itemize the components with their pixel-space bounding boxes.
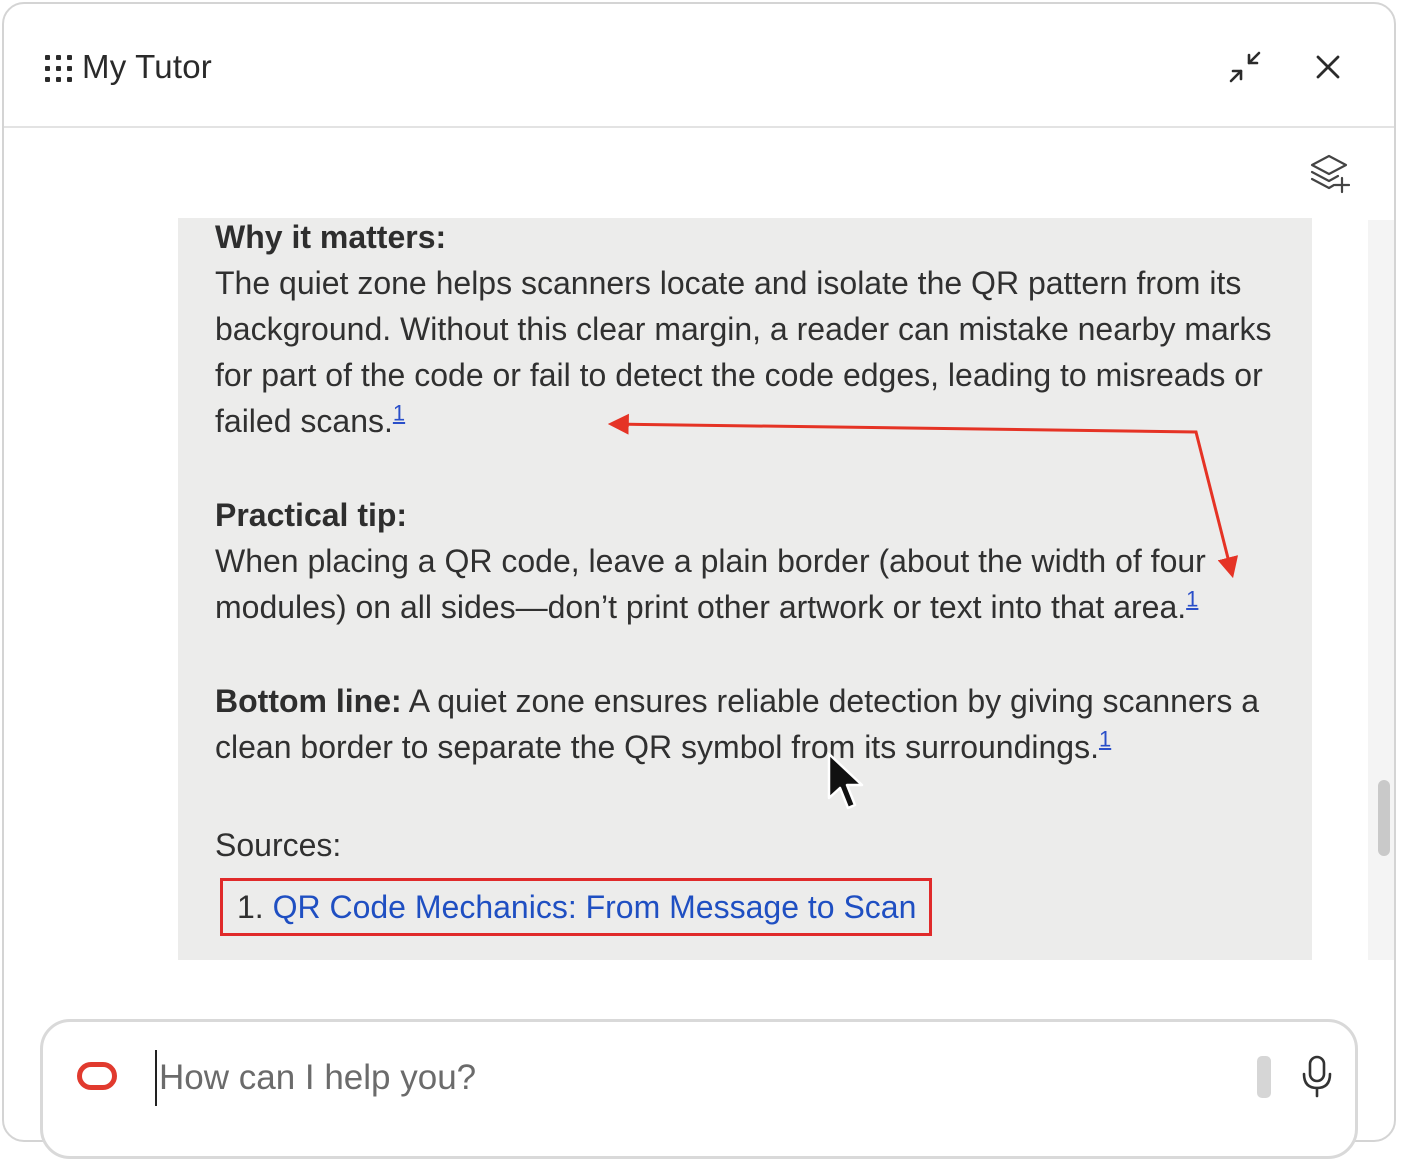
tip-text: When placing a QR code, leave a plain bo… <box>215 543 1206 625</box>
composer <box>40 1019 1358 1159</box>
bottom-heading: Bottom line: <box>215 683 402 719</box>
citation-link[interactable]: 1 <box>1186 586 1198 611</box>
practical-tip-paragraph: Practical tip: When placing a QR code, l… <box>215 492 1280 630</box>
prompt-input[interactable] <box>155 1050 1241 1106</box>
tip-heading: Practical tip: <box>215 497 408 533</box>
why-heading: Why it matters: <box>215 219 447 255</box>
apps-grid-icon[interactable] <box>45 55 75 85</box>
citation-link[interactable]: 1 <box>1099 726 1111 751</box>
minimize-button[interactable] <box>1223 45 1267 89</box>
why-it-matters-paragraph: Why it matters: The quiet zone helps sca… <box>215 218 1280 444</box>
why-text: The quiet zone helps scanners locate and… <box>215 265 1272 439</box>
bottom-line-paragraph: Bottom line: A quiet zone ensures reliab… <box>215 678 1280 770</box>
minimize-icon <box>1229 51 1261 83</box>
brand-logo <box>77 1062 117 1090</box>
sources-label: Sources: <box>215 827 342 863</box>
source-number: 1. <box>237 889 264 925</box>
header-bar: My Tutor <box>4 4 1394 128</box>
layers-add-icon[interactable] <box>1308 152 1350 196</box>
source-list-item: 1. QR Code Mechanics: From Message to Sc… <box>220 878 932 936</box>
window-title: My Tutor <box>82 48 212 85</box>
assistant-message: Why it matters: The quiet zone helps sca… <box>178 218 1312 960</box>
citation-link[interactable]: 1 <box>393 400 405 425</box>
microphone-icon[interactable] <box>1299 1054 1335 1100</box>
close-icon <box>1316 55 1340 79</box>
source-link[interactable]: QR Code Mechanics: From Message to Scan <box>273 889 917 925</box>
close-button[interactable] <box>1306 45 1350 89</box>
scrollbar-thumb[interactable] <box>1378 780 1390 856</box>
input-grip <box>1257 1056 1271 1098</box>
